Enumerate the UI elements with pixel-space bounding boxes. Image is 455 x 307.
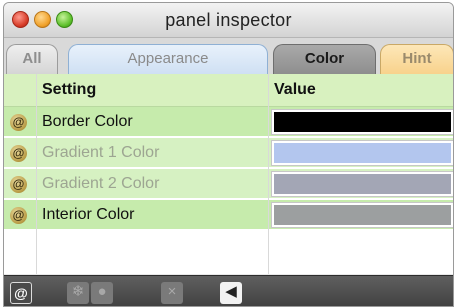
color-swatch[interactable] [271,171,453,197]
column-header-value[interactable]: Value [274,74,316,106]
column-divider [268,74,269,274]
color-swatch[interactable] [271,202,453,228]
tab-appearance[interactable]: Appearance [68,44,268,74]
settings-table: Setting Value @ Border Color @ Gradient … [4,74,453,274]
binding-badge-icon[interactable]: @ [10,207,27,224]
table-row[interactable]: @ Interior Color [4,200,453,230]
at-icon[interactable]: @ [10,282,32,304]
title-bar[interactable]: panel inspector [4,3,453,38]
table-header: Setting Value [4,74,453,107]
window-title: panel inspector [165,10,292,30]
tab-all[interactable]: All [6,44,58,74]
table-row[interactable]: @ Border Color [4,107,453,137]
snowflake-icon[interactable]: ❄ [67,282,89,304]
setting-label: Gradient 1 Color [42,144,160,161]
back-arrow-icon[interactable]: ◀ [220,282,242,304]
setting-label: Interior Color [42,206,135,223]
bottom-toolbar: @ ❄ ● × ◀ [4,275,453,306]
tab-hint[interactable]: Hint [380,44,453,74]
tab-bar: All Appearance Color Hint [4,38,453,74]
color-swatch[interactable] [271,109,453,135]
table-row[interactable]: @ Gradient 1 Color [4,138,453,168]
table-row[interactable]: @ Gradient 2 Color [4,169,453,199]
setting-label: Border Color [42,113,133,130]
binding-badge-icon[interactable]: @ [10,114,27,131]
column-header-setting[interactable]: Setting [42,74,96,106]
setting-label: Gradient 2 Color [42,175,160,192]
binding-badge-icon[interactable]: @ [10,145,27,162]
gear-icon[interactable]: ● [91,282,113,304]
delete-icon[interactable]: × [161,282,183,304]
tab-color[interactable]: Color [273,44,376,74]
panel-inspector-window: panel inspector All Appearance Color Hin… [3,2,454,307]
column-divider [36,74,37,274]
binding-badge-icon[interactable]: @ [10,176,27,193]
color-swatch[interactable] [271,140,453,166]
